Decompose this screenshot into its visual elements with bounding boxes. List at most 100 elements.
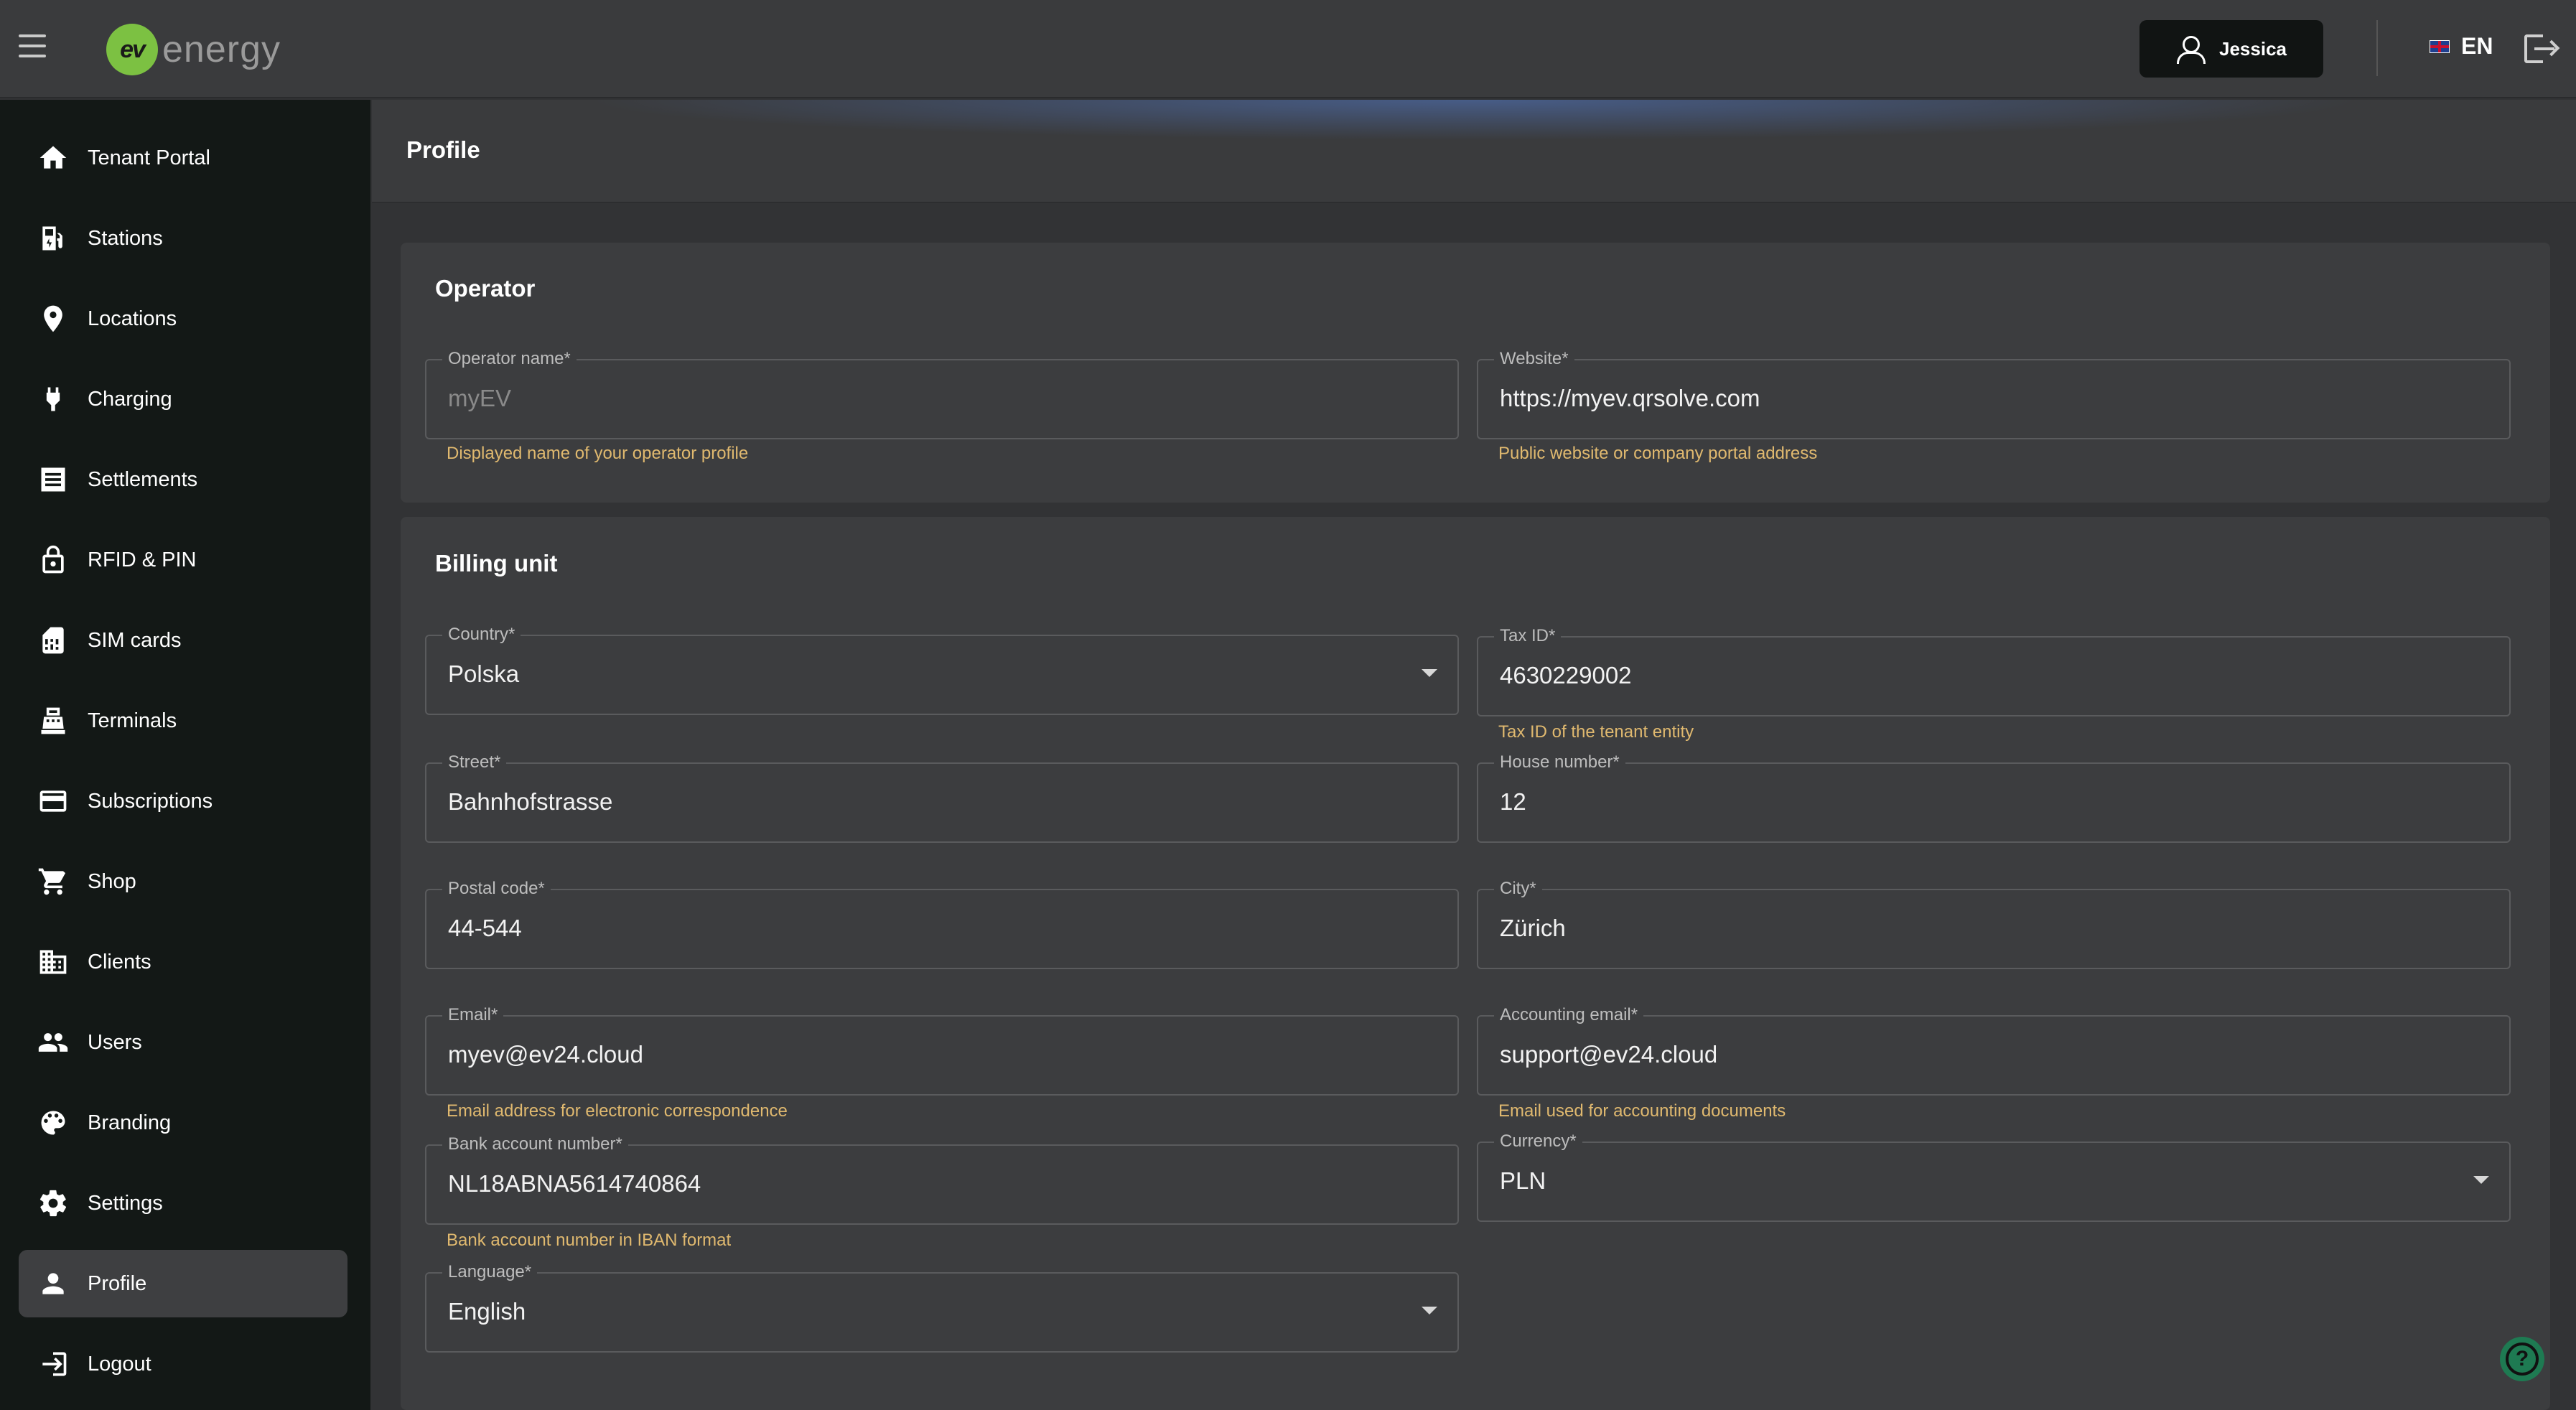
bank-account-input[interactable]: [448, 1170, 1410, 1197]
sidebar-item-label: Stations: [88, 226, 163, 250]
sidebar-item-label: Profile: [88, 1271, 147, 1295]
gear-icon: [36, 1186, 70, 1220]
postal-code-field[interactable]: Postal code*: [425, 879, 1459, 969]
chevron-down-icon[interactable]: [1422, 669, 1437, 677]
hamburger-menu-icon[interactable]: [19, 34, 46, 63]
sidebar-item-label: Charging: [88, 387, 172, 411]
person-icon: [36, 1266, 70, 1301]
page-title: Profile: [406, 136, 480, 163]
street-field[interactable]: Street*: [425, 752, 1459, 843]
country-select[interactable]: Country* Polska: [425, 625, 1459, 715]
email-field[interactable]: Email*: [425, 1005, 1459, 1096]
currency-select[interactable]: Currency* PLN: [1477, 1131, 2511, 1222]
chevron-down-icon[interactable]: [2473, 1176, 2489, 1184]
credit-card-icon: [36, 784, 70, 818]
house-number-field[interactable]: House number*: [1477, 752, 2511, 843]
billing-section-title: Billing unit: [435, 550, 558, 576]
sidebar-item-label: Subscriptions: [88, 789, 213, 813]
sidebar-item-label: SIM cards: [88, 628, 182, 652]
sidebar-item-settings[interactable]: Settings: [19, 1169, 347, 1237]
sidebar-item-label: Settings: [88, 1191, 163, 1215]
sidebar-item-logout[interactable]: Logout: [19, 1330, 347, 1398]
home-icon: [36, 141, 70, 175]
tax-id-helper: Tax ID of the tenant entity: [1498, 722, 1694, 742]
location-pin-icon: [36, 302, 70, 336]
operator-name-input[interactable]: [448, 385, 1410, 412]
sidebar: Tenant Portal Stations Locations Chargin…: [0, 100, 370, 1410]
help-button[interactable]: ?: [2500, 1337, 2544, 1381]
sidebar-item-stations[interactable]: Stations: [19, 205, 347, 272]
top-divider: [2376, 20, 2378, 76]
sidebar-item-users[interactable]: Users: [19, 1009, 347, 1076]
bank-account-field[interactable]: Bank account number*: [425, 1134, 1459, 1225]
language-value: English: [448, 1298, 526, 1325]
sidebar-item-label: Users: [88, 1030, 142, 1054]
sidebar-item-rfid-pin[interactable]: RFID & PIN: [19, 526, 347, 594]
city-label: City*: [1494, 879, 1542, 899]
sidebar-item-shop[interactable]: Shop: [19, 848, 347, 915]
website-input[interactable]: [1500, 385, 2462, 412]
language-code: EN: [2461, 33, 2493, 59]
language-label: Language*: [442, 1262, 538, 1282]
operator-name-helper: Displayed name of your operator profile: [447, 444, 749, 463]
sidebar-item-label: RFID & PIN: [88, 548, 197, 571]
tax-id-field[interactable]: Tax ID*: [1477, 626, 2511, 716]
chevron-down-icon[interactable]: [1422, 1307, 1437, 1315]
sidebar-item-label: Clients: [88, 950, 151, 974]
website-label: Website*: [1494, 349, 1574, 369]
sidebar-item-profile[interactable]: Profile: [19, 1250, 347, 1317]
operator-card: Operator Operator name* Displayed name o…: [401, 243, 2550, 503]
lock-icon: [36, 543, 70, 577]
bank-account-helper: Bank account number in IBAN format: [447, 1231, 732, 1250]
plug-icon: [36, 382, 70, 416]
sidebar-item-label: Shop: [88, 869, 136, 893]
logo-mark: ev: [106, 24, 158, 75]
operator-name-field[interactable]: Operator name*: [425, 349, 1459, 439]
sidebar-item-label: Logout: [88, 1352, 151, 1376]
ev-station-icon: [36, 221, 70, 256]
tax-id-label: Tax ID*: [1494, 626, 1562, 646]
postal-code-label: Postal code*: [442, 879, 551, 899]
currency-label: Currency*: [1494, 1131, 1582, 1152]
logo-word: energy: [162, 29, 281, 70]
sidebar-item-terminals[interactable]: Terminals: [19, 687, 347, 755]
sidebar-item-locations[interactable]: Locations: [19, 285, 347, 352]
page-header: [372, 100, 2576, 203]
website-helper: Public website or company portal address: [1498, 444, 1818, 463]
email-input[interactable]: [448, 1041, 1410, 1068]
house-number-label: House number*: [1494, 752, 1625, 772]
language-switcher[interactable]: EN: [2430, 33, 2493, 60]
uk-flag-icon: [2430, 39, 2450, 53]
street-input[interactable]: [448, 788, 1410, 816]
accounting-email-input[interactable]: [1500, 1041, 2462, 1068]
receipt-icon: [36, 462, 70, 497]
sidebar-item-sim-cards[interactable]: SIM cards: [19, 607, 347, 674]
sidebar-item-settlements[interactable]: Settlements: [19, 446, 347, 513]
accounting-email-label: Accounting email*: [1494, 1005, 1644, 1025]
language-select[interactable]: Language* English: [425, 1262, 1459, 1353]
city-input[interactable]: [1500, 915, 2462, 942]
city-field[interactable]: City*: [1477, 879, 2511, 969]
operator-section-title: Operator: [435, 275, 536, 302]
sim-card-icon: [36, 623, 70, 658]
sidebar-item-label: Tenant Portal: [88, 146, 210, 169]
app-logo[interactable]: ev energy: [106, 23, 281, 76]
bank-account-label: Bank account number*: [442, 1134, 628, 1154]
sidebar-item-tenant-portal[interactable]: Tenant Portal: [19, 124, 347, 192]
user-name: Jessica: [2219, 37, 2287, 60]
tax-id-input[interactable]: [1500, 662, 2462, 689]
cart-icon: [36, 864, 70, 899]
logout-icon[interactable]: [2524, 34, 2560, 63]
postal-code-input[interactable]: [448, 915, 1410, 942]
sidebar-item-clients[interactable]: Clients: [19, 928, 347, 996]
sidebar-item-branding[interactable]: Branding: [19, 1089, 347, 1157]
accounting-email-field[interactable]: Accounting email*: [1477, 1005, 2511, 1096]
house-number-input[interactable]: [1500, 788, 2462, 816]
user-account-button[interactable]: Jessica: [2139, 20, 2323, 78]
sidebar-item-label: Locations: [88, 307, 177, 330]
sidebar-item-charging[interactable]: Charging: [19, 365, 347, 433]
sidebar-item-subscriptions[interactable]: Subscriptions: [19, 767, 347, 835]
sidebar-item-label: Terminals: [88, 709, 177, 732]
website-field[interactable]: Website*: [1477, 349, 2511, 439]
street-label: Street*: [442, 752, 507, 772]
